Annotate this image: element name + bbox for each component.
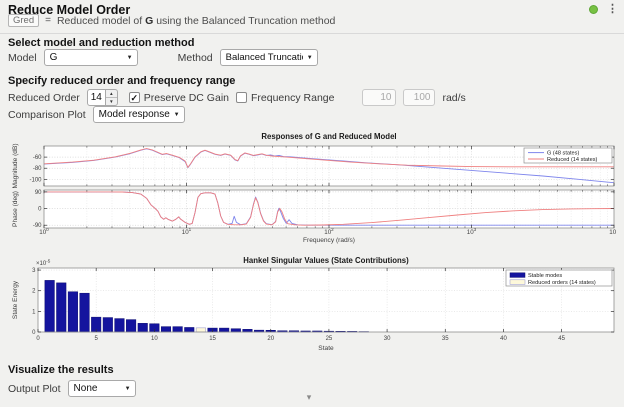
svg-text:35: 35 (442, 336, 449, 342)
kebab-menu-icon[interactable]: ⋮ (607, 4, 618, 15)
svg-text:40: 40 (500, 336, 507, 342)
svg-text:20: 20 (267, 336, 274, 342)
output-plot-label: Output Plot (8, 383, 61, 395)
header-divider (0, 33, 624, 34)
comparison-plot-row: Comparison Plot Model response ▼ (8, 106, 185, 123)
svg-text:-80: -80 (33, 166, 42, 172)
chevron-down-icon: ▼ (127, 55, 133, 61)
status-indicator-icon (589, 5, 598, 14)
select-section-heading: Select model and reduction method (8, 37, 194, 49)
svg-text:100: 100 (39, 227, 49, 236)
svg-text:45: 45 (558, 336, 565, 342)
spinner-down-icon[interactable]: ▼ (106, 98, 117, 105)
summary-prefix: Reduced model of (57, 15, 145, 27)
spinner-up-icon[interactable]: ▲ (106, 90, 117, 98)
svg-text:-100: -100 (29, 177, 42, 183)
output-variable-badge: Gred (8, 14, 39, 27)
bode-response-plot: Responses of G and Reduced Model -100 -80 -… (8, 131, 616, 247)
model-label: Model (8, 52, 37, 64)
method-dropdown[interactable]: Balanced Truncation ▼ (220, 49, 318, 66)
comparison-plot-value: Model response (99, 109, 170, 120)
chevron-down-icon: ▼ (307, 55, 313, 61)
visualize-section-heading: Visualize the results (8, 364, 114, 376)
svg-text:×10-5: ×10-5 (36, 259, 51, 268)
reduced-order-label: Reduced Order (8, 92, 80, 104)
svg-text:2: 2 (32, 289, 36, 295)
checkbox-checked-icon: ✓ (129, 92, 140, 103)
svg-text:Frequency (rad/s): Frequency (rad/s) (303, 237, 355, 244)
frequency-unit-label: rad/s (442, 92, 465, 104)
method-dropdown-value: Balanced Truncation (226, 52, 303, 63)
frequency-max-input[interactable]: 100 (403, 89, 435, 106)
reduced-order-spinner[interactable]: 14 ▲ ▼ (87, 89, 118, 106)
svg-text:10: 10 (151, 336, 158, 342)
svg-text:G (48 states): G (48 states) (547, 151, 579, 157)
svg-text:104: 104 (609, 227, 616, 236)
frequency-range-label: Frequency Range (251, 92, 334, 104)
output-plot-row: Output Plot None ▼ (8, 380, 136, 397)
comparison-plot-dropdown[interactable]: Model response ▼ (93, 106, 185, 123)
svg-text:-60: -60 (33, 155, 42, 161)
task-summary-text: Reduced model of G using the Balanced Tr… (57, 15, 335, 27)
model-dropdown[interactable]: G ▼ (44, 49, 138, 66)
header-icons: ⋮ (589, 4, 618, 15)
hankel-singular-values-plot: Hankel Singular Values (State Contributi… (8, 254, 616, 358)
comparison-plot-label: Comparison Plot (8, 109, 86, 121)
svg-text:Hankel Singular Values (State: Hankel Singular Values (State Contributi… (243, 256, 409, 265)
svg-text:3: 3 (32, 268, 36, 274)
svg-text:0: 0 (36, 336, 40, 342)
collapse-task-button[interactable]: ▾ (300, 392, 318, 403)
spinner-buttons: ▲ ▼ (106, 89, 118, 106)
preserve-dc-gain-checkbox[interactable]: ✓ Preserve DC Gain (129, 92, 229, 104)
svg-text:15: 15 (209, 336, 216, 342)
frequency-range-checkbox[interactable]: Frequency Range (236, 92, 334, 104)
specify-section-heading: Specify reduced order and frequency rang… (8, 75, 235, 87)
model-dropdown-value: G (50, 52, 58, 63)
svg-text:101: 101 (182, 227, 192, 236)
svg-text:Reduced (14 states): Reduced (14 states) (547, 157, 598, 163)
model-method-row: Model G ▼ Method Balanced Truncation ▼ (8, 49, 318, 66)
equals-text: = (45, 15, 51, 26)
svg-text:30: 30 (384, 336, 391, 342)
svg-text:Magnitude (dB): Magnitude (dB) (12, 143, 19, 188)
svg-text:State Energy: State Energy (12, 280, 19, 319)
summary-suffix: using the Balanced Truncation method (153, 15, 335, 27)
svg-text:Responses of G and Reduced Mod: Responses of G and Reduced Model (261, 132, 396, 141)
svg-text:25: 25 (326, 336, 333, 342)
svg-text:5: 5 (95, 336, 99, 342)
svg-text:90: 90 (35, 190, 42, 196)
svg-text:0: 0 (38, 207, 42, 213)
svg-text:103: 103 (467, 227, 477, 236)
chevron-down-icon: ▼ (125, 386, 131, 392)
method-label: Method (178, 52, 213, 64)
reduced-order-row: Reduced Order 14 ▲ ▼ ✓ Preserve DC Gain … (8, 89, 466, 106)
preserve-dc-gain-label: Preserve DC Gain (144, 92, 229, 104)
svg-text:102: 102 (324, 227, 334, 236)
reduced-order-value[interactable]: 14 (87, 89, 106, 106)
chevron-down-icon: ▼ (174, 112, 180, 118)
svg-text:State: State (318, 345, 334, 352)
svg-text:Phase (deg): Phase (deg) (12, 191, 19, 227)
output-plot-dropdown[interactable]: None ▼ (68, 380, 136, 397)
task-summary-row: Gred = Reduced model of G using the Bala… (8, 14, 335, 27)
output-plot-value: None (74, 383, 98, 394)
svg-text:Reduced orders (14 states): Reduced orders (14 states) (528, 280, 596, 286)
frequency-min-input[interactable]: 10 (362, 89, 396, 106)
checkbox-unchecked-icon (236, 92, 247, 103)
svg-text:1: 1 (32, 309, 36, 315)
svg-text:Stable modes: Stable modes (528, 273, 562, 279)
